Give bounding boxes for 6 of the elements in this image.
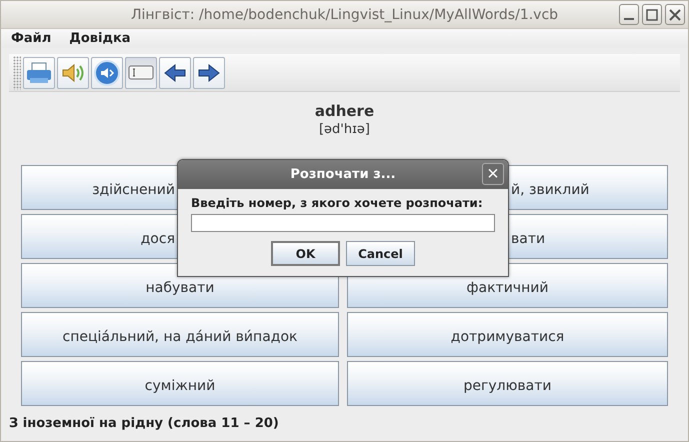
dialog-title: Розпочати з...	[290, 167, 396, 182]
transcription: [əd'hɪə]	[318, 122, 372, 137]
status-text: З іноземної на рідну (слова 11 – 20)	[9, 416, 280, 431]
window-title: Лінгвіст: /home/bodenchuk/Lingvist_Linux/MyAllWords/1.vcb	[130, 6, 558, 22]
foreign-word: adhere	[314, 102, 376, 120]
prompt-label: Введіть номер, з якого хочете розпочати:	[191, 196, 484, 210]
